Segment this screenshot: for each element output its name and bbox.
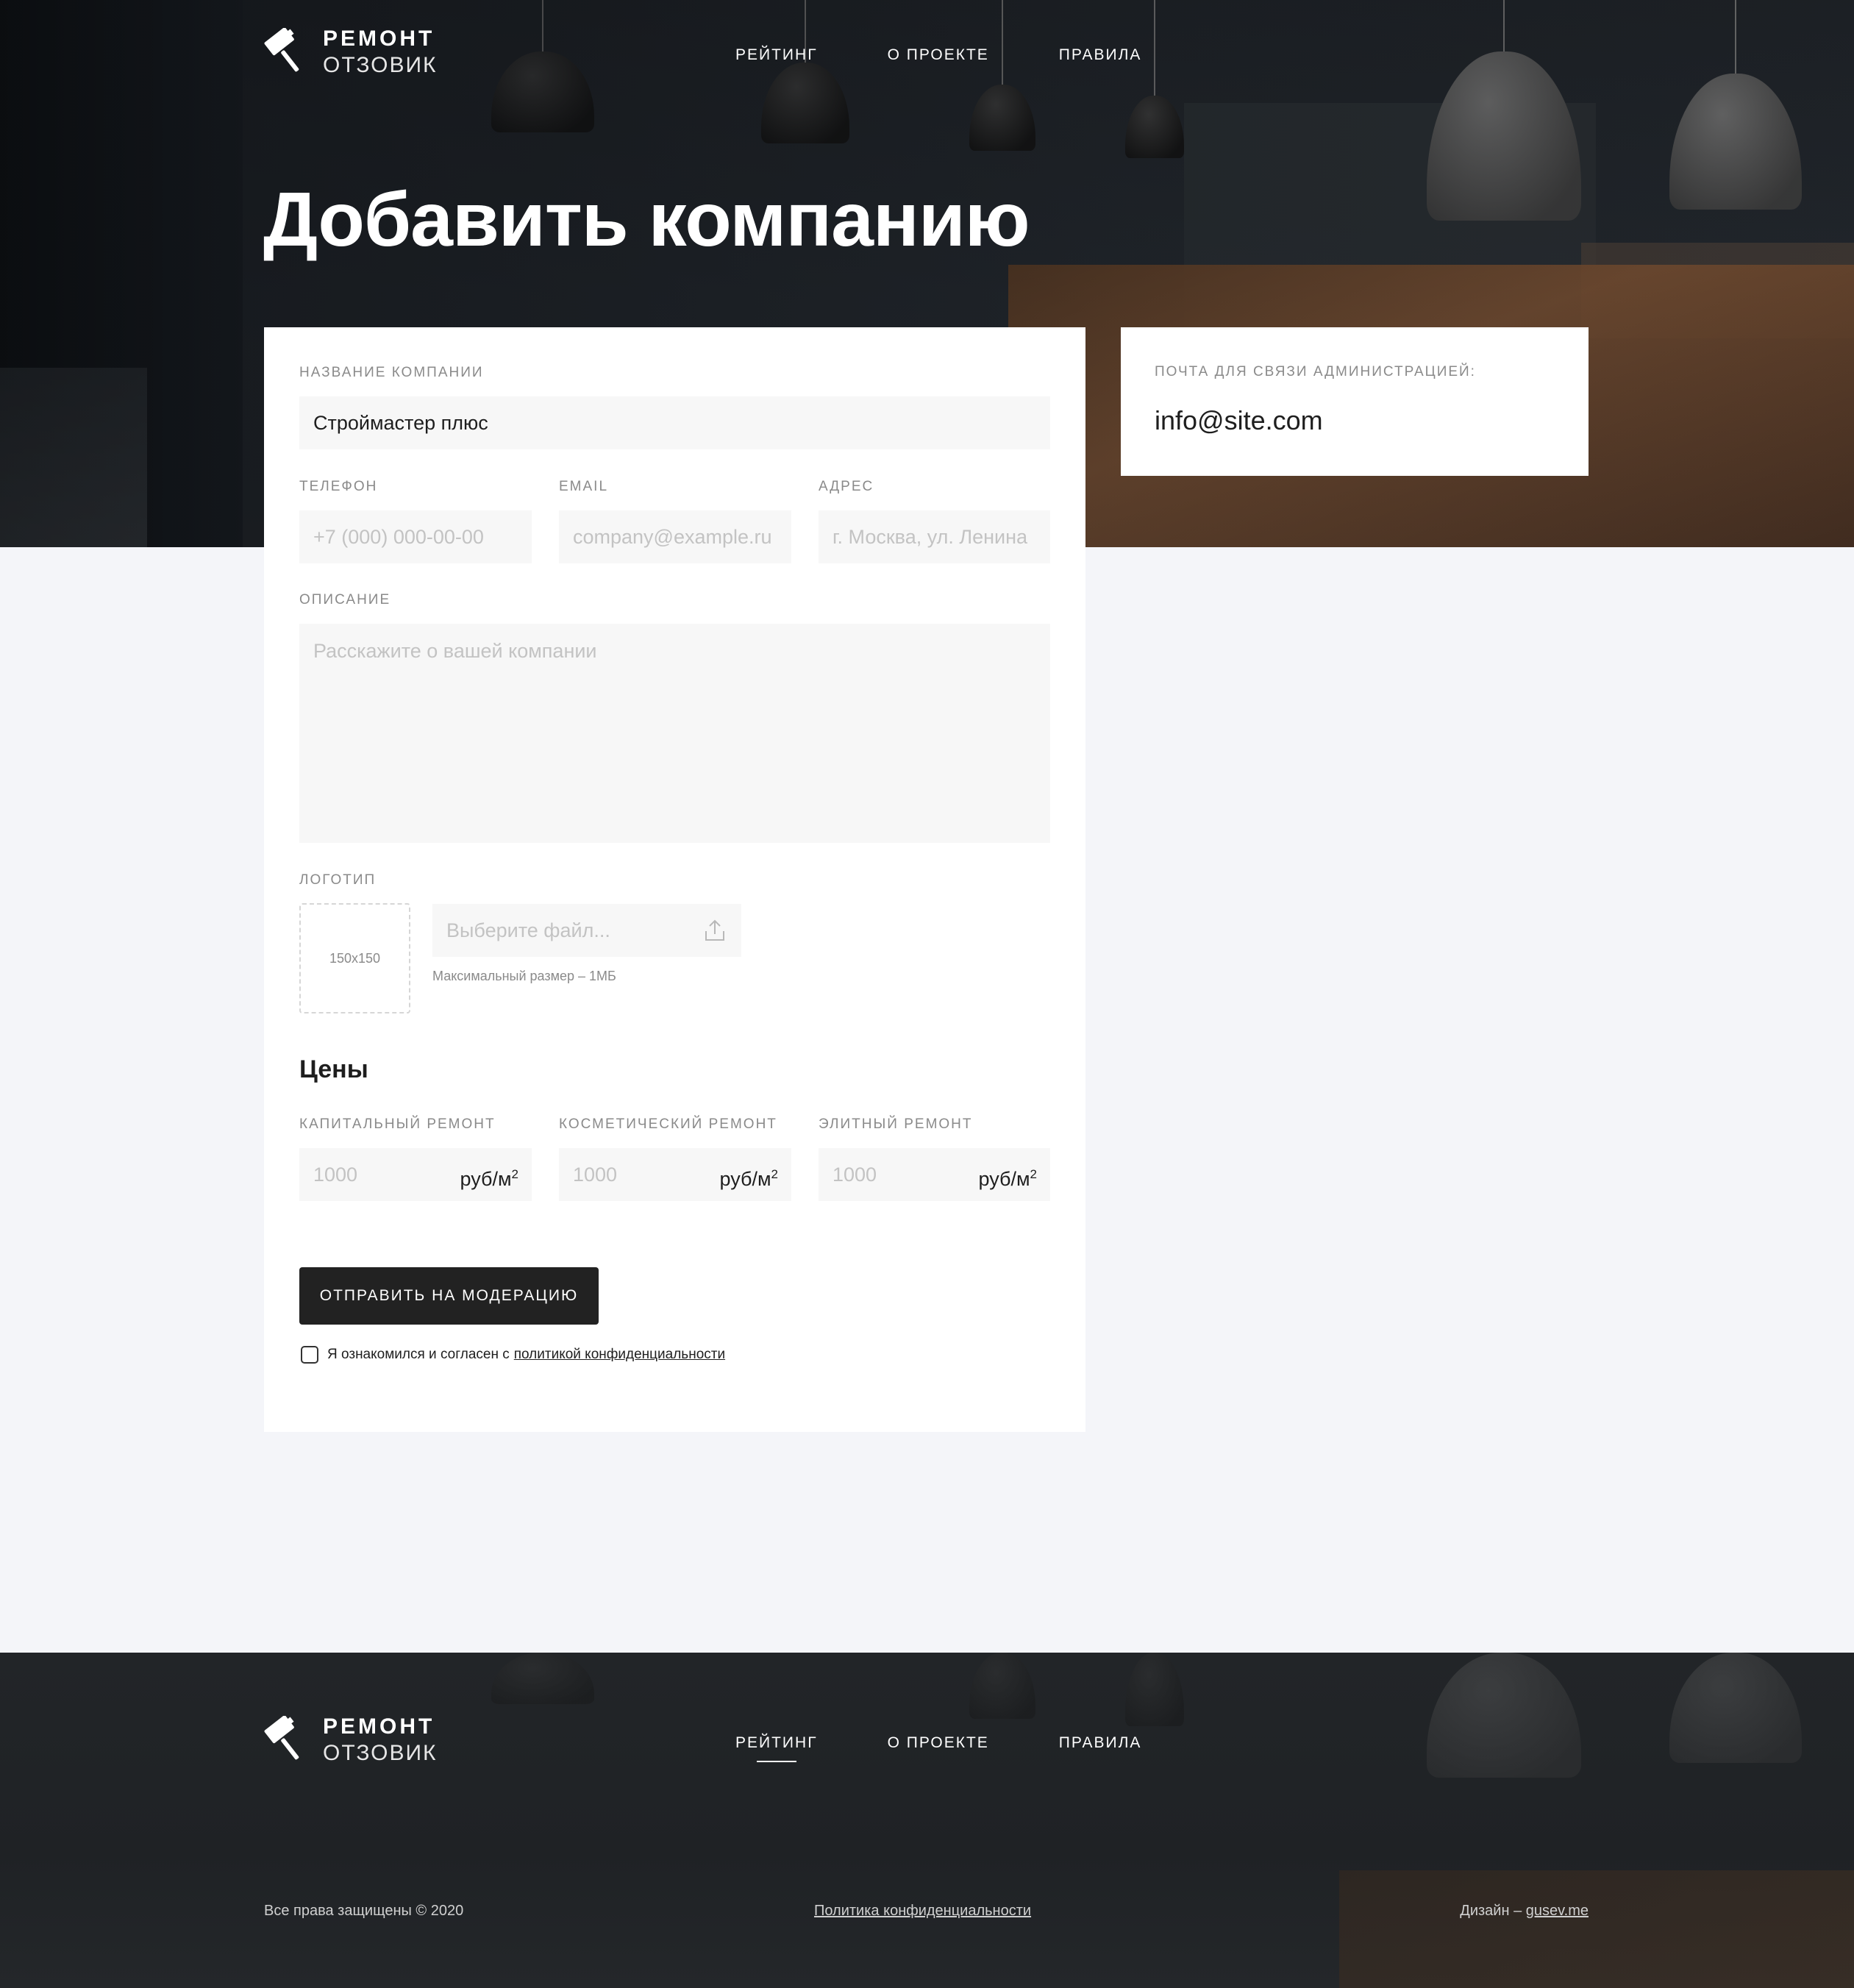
logo-preview-size: 150x150 xyxy=(329,950,381,966)
price-unit-text: руб/м xyxy=(460,1168,512,1190)
footer-pendant-lamp xyxy=(969,1653,1035,1719)
logo-line2: ОТЗОВИК xyxy=(323,53,438,77)
footer-pendant-lamp xyxy=(1669,1653,1802,1763)
paint-roller-icon xyxy=(264,1716,299,1760)
nav-item-rating[interactable]: РЕЙТИНГ xyxy=(735,46,818,64)
description-textarea[interactable]: Расскажите о вашей компании xyxy=(299,624,1050,843)
prices-heading: Цены xyxy=(299,1055,368,1083)
header-nav: РЕЙТИНГ О ПРОЕКТЕ ПРАВИЛА xyxy=(735,46,1211,64)
admin-contact-label: ПОЧТА ДЛЯ СВЯЗИ АДМИНИСТРАЦИЕЙ: xyxy=(1155,364,1476,380)
design-label: Дизайн – xyxy=(1460,1903,1522,1919)
email-label: EMAIL xyxy=(559,479,609,494)
footer-logo-line2: ОТЗОВИК xyxy=(323,1741,438,1765)
price-unit-sup: 2 xyxy=(771,1167,778,1181)
price-elite-input[interactable]: 1000 руб/м2 xyxy=(819,1148,1050,1201)
logo-size-hint: Максимальный размер – 1МБ xyxy=(432,969,616,983)
nav-item-rules[interactable]: ПРАВИЛА xyxy=(1059,46,1142,64)
privacy-policy-link[interactable]: политикой конфиденциальности xyxy=(514,1347,725,1363)
agree-text: Я ознакомился и согласен с xyxy=(327,1347,510,1362)
address-label: АДРЕС xyxy=(819,479,874,494)
page-title: Добавить компанию xyxy=(263,177,1030,263)
footer-pendant-lamp xyxy=(1125,1653,1184,1726)
price-unit-text: руб/м xyxy=(978,1168,1030,1190)
price-unit-sup: 2 xyxy=(1030,1167,1037,1181)
footer-nav: РЕЙТИНГ О ПРОЕКТЕ ПРАВИЛА xyxy=(735,1734,1211,1762)
upload-icon xyxy=(705,919,724,941)
footer-logo[interactable]: РЕМОНТ ОТЗОВИК xyxy=(264,1716,438,1764)
footer-nav-item-about[interactable]: О ПРОЕКТЕ xyxy=(888,1734,989,1752)
logo-text: РЕМОНТ ОТЗОВИК xyxy=(323,28,438,76)
company-name-input[interactable]: Строймастер плюс xyxy=(299,396,1050,449)
footer-floor xyxy=(1339,1870,1854,1988)
footer-pendant-lamp xyxy=(491,1653,594,1704)
submit-moderation-button[interactable]: ОТПРАВИТЬ НА МОДЕРАЦИЮ xyxy=(299,1267,599,1325)
logo-label: ЛОГОТИП xyxy=(299,872,377,888)
admin-contact-email[interactable]: info@site.com xyxy=(1155,405,1323,436)
price-unit-text: руб/м xyxy=(719,1168,771,1190)
price-cosmetic-placeholder: 1000 xyxy=(573,1164,618,1186)
logo-preview[interactable]: 150x150 xyxy=(299,903,410,1013)
price-capital-label: КАПИТАЛЬНЫЙ РЕМОНТ xyxy=(299,1116,496,1132)
designer-link[interactable]: gusev.me xyxy=(1526,1903,1589,1919)
price-cosmetic-input[interactable]: 1000 руб/м2 xyxy=(559,1148,791,1201)
footer-logo-line1: РЕМОНТ xyxy=(323,1714,435,1739)
phone-label: ТЕЛЕФОН xyxy=(299,479,378,494)
site-logo[interactable]: РЕМОНТ ОТЗОВИК xyxy=(264,28,438,76)
copyright: Все права защищены © 2020 xyxy=(264,1903,464,1919)
nav-item-about[interactable]: О ПРОЕКТЕ xyxy=(888,46,989,64)
price-capital-input[interactable]: 1000 руб/м2 xyxy=(299,1148,532,1201)
footer-nav-item-rules[interactable]: ПРАВИЛА xyxy=(1059,1734,1142,1752)
price-capital-placeholder: 1000 xyxy=(313,1164,358,1186)
address-input[interactable]: г. Москва, ул. Ленина xyxy=(819,510,1050,563)
agree-checkbox[interactable] xyxy=(301,1346,318,1364)
footer: РЕМОНТ ОТЗОВИК РЕЙТИНГ О ПРОЕКТЕ ПРАВИЛА… xyxy=(0,1653,1854,1988)
logo-file-input[interactable]: Выберите файл... xyxy=(432,904,741,957)
footer-privacy-link[interactable]: Политика конфиденциальности xyxy=(814,1903,1031,1920)
admin-contact-card: ПОЧТА ДЛЯ СВЯЗИ АДМИНИСТРАЦИЕЙ: info@sit… xyxy=(1121,327,1589,476)
phone-input[interactable]: +7 (000) 000-00-00 xyxy=(299,510,532,563)
email-input[interactable]: company@example.ru xyxy=(559,510,791,563)
price-elite-placeholder: 1000 xyxy=(832,1164,877,1186)
price-unit: руб/м2 xyxy=(978,1148,1037,1201)
price-unit: руб/м2 xyxy=(460,1148,518,1201)
paint-roller-icon xyxy=(264,28,299,72)
footer-pendant-lamp xyxy=(1427,1653,1581,1778)
footer-nav-item-rating[interactable]: РЕЙТИНГ xyxy=(735,1734,818,1762)
logo-line1: РЕМОНТ xyxy=(323,26,435,51)
add-company-form: НАЗВАНИЕ КОМПАНИИ Строймастер плюс ТЕЛЕФ… xyxy=(264,327,1085,1432)
price-elite-label: ЭЛИТНЫЙ РЕМОНТ xyxy=(819,1116,973,1132)
company-name-label: НАЗВАНИЕ КОМПАНИИ xyxy=(299,365,484,380)
price-cosmetic-label: КОСМЕТИЧЕСКИЙ РЕМОНТ xyxy=(559,1116,777,1132)
footer-logo-text: РЕМОНТ ОТЗОВИК xyxy=(323,1716,438,1764)
design-credit: Дизайн – gusev.me xyxy=(1460,1903,1589,1920)
price-unit: руб/м2 xyxy=(719,1148,778,1201)
privacy-agreement: Я ознакомился и согласен с политикой кон… xyxy=(301,1346,725,1364)
price-unit-sup: 2 xyxy=(511,1167,518,1181)
logo-file-placeholder: Выберите файл... xyxy=(446,919,610,941)
description-label: ОПИСАНИЕ xyxy=(299,592,391,608)
